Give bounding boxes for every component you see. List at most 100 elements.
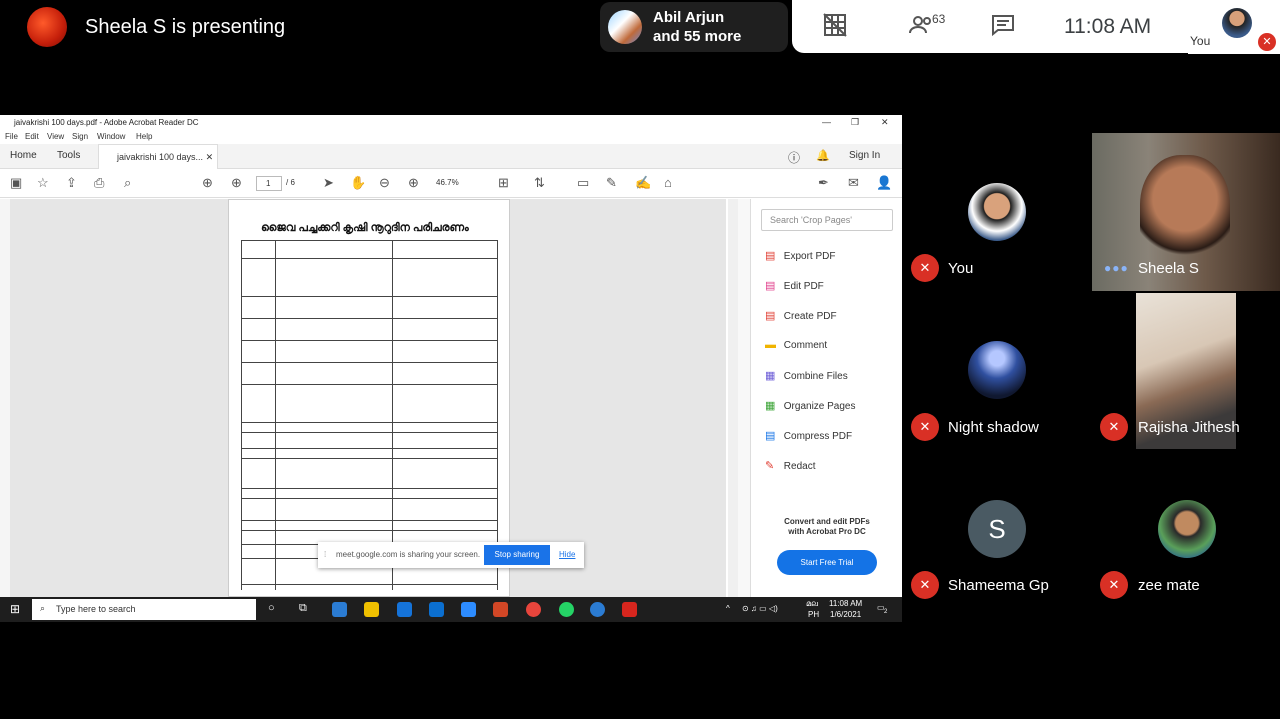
table-row [241, 362, 497, 363]
hide-link[interactable]: Hide [559, 550, 575, 559]
taskbar-date[interactable]: 1/6/2021 [830, 610, 861, 619]
export-pdf-icon: ▤ [765, 250, 776, 262]
tile-layout-icon[interactable] [822, 12, 848, 44]
bookmark-star-icon[interactable]: ☆ [37, 175, 49, 191]
meeting-clock: 11:08 AM [1064, 15, 1152, 38]
participant-tile-rajisha[interactable]: ✕ Rajisha Jithesh [1092, 293, 1280, 449]
start-free-trial-button[interactable]: Start Free Trial [777, 550, 877, 575]
menu-window[interactable]: Window [97, 132, 125, 141]
tab-tools[interactable]: Tools [57, 150, 80, 161]
table-row [241, 384, 497, 385]
save-icon[interactable]: ▣ [10, 175, 22, 191]
scroll-mode-icon[interactable]: ⇅ [534, 175, 545, 191]
tools-search-input[interactable]: Search 'Crop Pages' [761, 209, 893, 231]
document-scrollbar[interactable] [728, 199, 738, 597]
tool-organize-pages[interactable]: ▦ Organize Pages [765, 399, 856, 412]
help-icon[interactable]: ⓘ [788, 149, 800, 166]
tool-edit-pdf[interactable]: ▤ Edit PDF [765, 279, 824, 292]
participant-initial-avatar: S [968, 500, 1026, 558]
hand-tool-icon[interactable]: ✋ [350, 175, 366, 191]
doc-tab-close-icon[interactable]: ✕ [206, 152, 214, 162]
email-icon[interactable]: ✉ [848, 175, 859, 191]
taskbar-time[interactable]: 11:08 AM [829, 599, 862, 608]
select-cursor-icon[interactable]: ➤ [323, 175, 334, 191]
tool-comment[interactable]: ▬ Comment [765, 339, 827, 351]
document-viewport[interactable]: ജൈവ പച്ചക്കറി കൃഷി നൂറുദിന പരിചരണം [10, 199, 726, 597]
input-lang-2[interactable]: PH [808, 610, 819, 619]
pdf-page: ജൈവ പച്ചക്കറി കൃഷി നൂറുദിന പരിചരണം [228, 199, 510, 597]
create-pdf-icon: ▤ [765, 310, 776, 322]
tray-arrow-icon[interactable]: ^ [726, 604, 730, 613]
zoom-in-icon[interactable]: ⊕ [408, 175, 419, 191]
participant-tile-shameema[interactable]: S ✕ Shameema Gp [906, 451, 1090, 609]
pill-name: Abil Arjun [653, 9, 725, 26]
windows-start-icon[interactable]: ⊞ [10, 602, 20, 616]
chrome-icon[interactable] [526, 602, 541, 617]
tag-icon[interactable]: ⌂ [664, 175, 672, 190]
maximize-icon[interactable]: ❐ [851, 117, 859, 128]
tool-combine-files[interactable]: ▦ Combine Files [765, 369, 848, 382]
participant-avatar [1158, 500, 1216, 558]
close-icon[interactable]: ✕ [881, 117, 889, 128]
menu-sign[interactable]: Sign [72, 132, 88, 141]
input-lang-1[interactable]: മല [806, 599, 818, 609]
powerpoint-icon[interactable] [493, 602, 508, 617]
organize-pages-icon: ▦ [765, 400, 776, 412]
app-icon[interactable] [429, 602, 444, 617]
menu-edit[interactable]: Edit [25, 132, 39, 141]
taskbar-search[interactable]: ⌕ Type here to search [32, 599, 256, 620]
cortana-icon[interactable]: ○ [268, 602, 275, 614]
task-view-icon[interactable]: ⧉ [299, 602, 307, 615]
menu-help[interactable]: Help [136, 132, 152, 141]
tool-create-pdf[interactable]: ▤ Create PDF [765, 309, 837, 322]
self-label: You [1190, 34, 1211, 48]
left-nav-collapse[interactable] [0, 199, 10, 597]
stop-sharing-button[interactable]: Stop sharing [484, 545, 550, 565]
participant-tile-sheela[interactable]: ●●● Sheela S [1092, 133, 1280, 291]
file-explorer-icon[interactable] [364, 602, 379, 617]
sign-icon[interactable]: ✍ [635, 175, 651, 191]
participant-tile-you[interactable]: ✕ You [906, 133, 1090, 291]
sign-in-link[interactable]: Sign In [849, 150, 880, 161]
self-view-mini[interactable]: You ✕ [1188, 0, 1280, 54]
bell-icon[interactable]: 🔔 [816, 149, 830, 162]
minimize-icon[interactable]: — [822, 117, 831, 127]
upload-icon[interactable]: ⇪ [66, 175, 77, 191]
participant-tile-zee-mate[interactable]: ✕ zee mate [1092, 451, 1280, 609]
edge-browser-icon[interactable] [590, 602, 605, 617]
tool-export-pdf[interactable]: ▤ Export PDF [765, 249, 835, 262]
edge-icon[interactable] [332, 602, 347, 617]
participant-tile-night-shadow[interactable]: ✕ Night shadow [906, 293, 1090, 449]
chat-icon[interactable] [990, 12, 1016, 44]
page-number-input[interactable]: 1 [256, 176, 282, 191]
share-user-icon[interactable]: 👤 [876, 175, 892, 191]
menu-bar: File Edit View Sign Window Help [0, 131, 902, 143]
whatsapp-icon[interactable] [559, 602, 574, 617]
menu-file[interactable]: File [5, 132, 18, 141]
print-icon[interactable]: ⎙ [94, 175, 104, 191]
fill-sign-icon[interactable]: ✒ [818, 175, 829, 191]
comment-icon[interactable]: ▭ [577, 175, 589, 191]
zoom-icon[interactable] [461, 602, 476, 617]
find-icon[interactable]: ⌕ [124, 175, 131, 191]
drag-handle-icon[interactable]: ⁞ [324, 550, 326, 559]
mail-icon[interactable] [397, 602, 412, 617]
next-page-icon[interactable]: ⊕ [231, 175, 242, 191]
fit-page-icon[interactable]: ⊞ [498, 175, 509, 191]
menu-view[interactable]: View [47, 132, 64, 141]
prev-page-icon[interactable]: ⊕ [202, 175, 213, 191]
meet-top-bar: Sheela S is presenting Abil Arjun and 55… [0, 0, 1280, 54]
mic-off-icon: ✕ [911, 571, 939, 599]
right-pane-collapse[interactable] [738, 199, 750, 597]
tray-icons[interactable]: ⊙ ♫ ▭ ◁) [742, 604, 778, 613]
tab-home[interactable]: Home [10, 150, 37, 161]
tab-document[interactable]: jaivakrishi 100 days... ✕ [98, 144, 218, 169]
table-row [241, 520, 497, 521]
tool-compress-pdf[interactable]: ▤ Compress PDF [765, 429, 852, 442]
participants-pill[interactable]: Abil Arjun and 55 more [600, 2, 788, 52]
zoom-out-icon[interactable]: ⊖ [379, 175, 390, 191]
tool-redact[interactable]: ✎ Redact [765, 459, 815, 472]
acrobat-icon[interactable] [622, 602, 637, 617]
zoom-level[interactable]: 46.7% [436, 178, 459, 187]
highlight-pen-icon[interactable]: ✎ [606, 175, 617, 191]
